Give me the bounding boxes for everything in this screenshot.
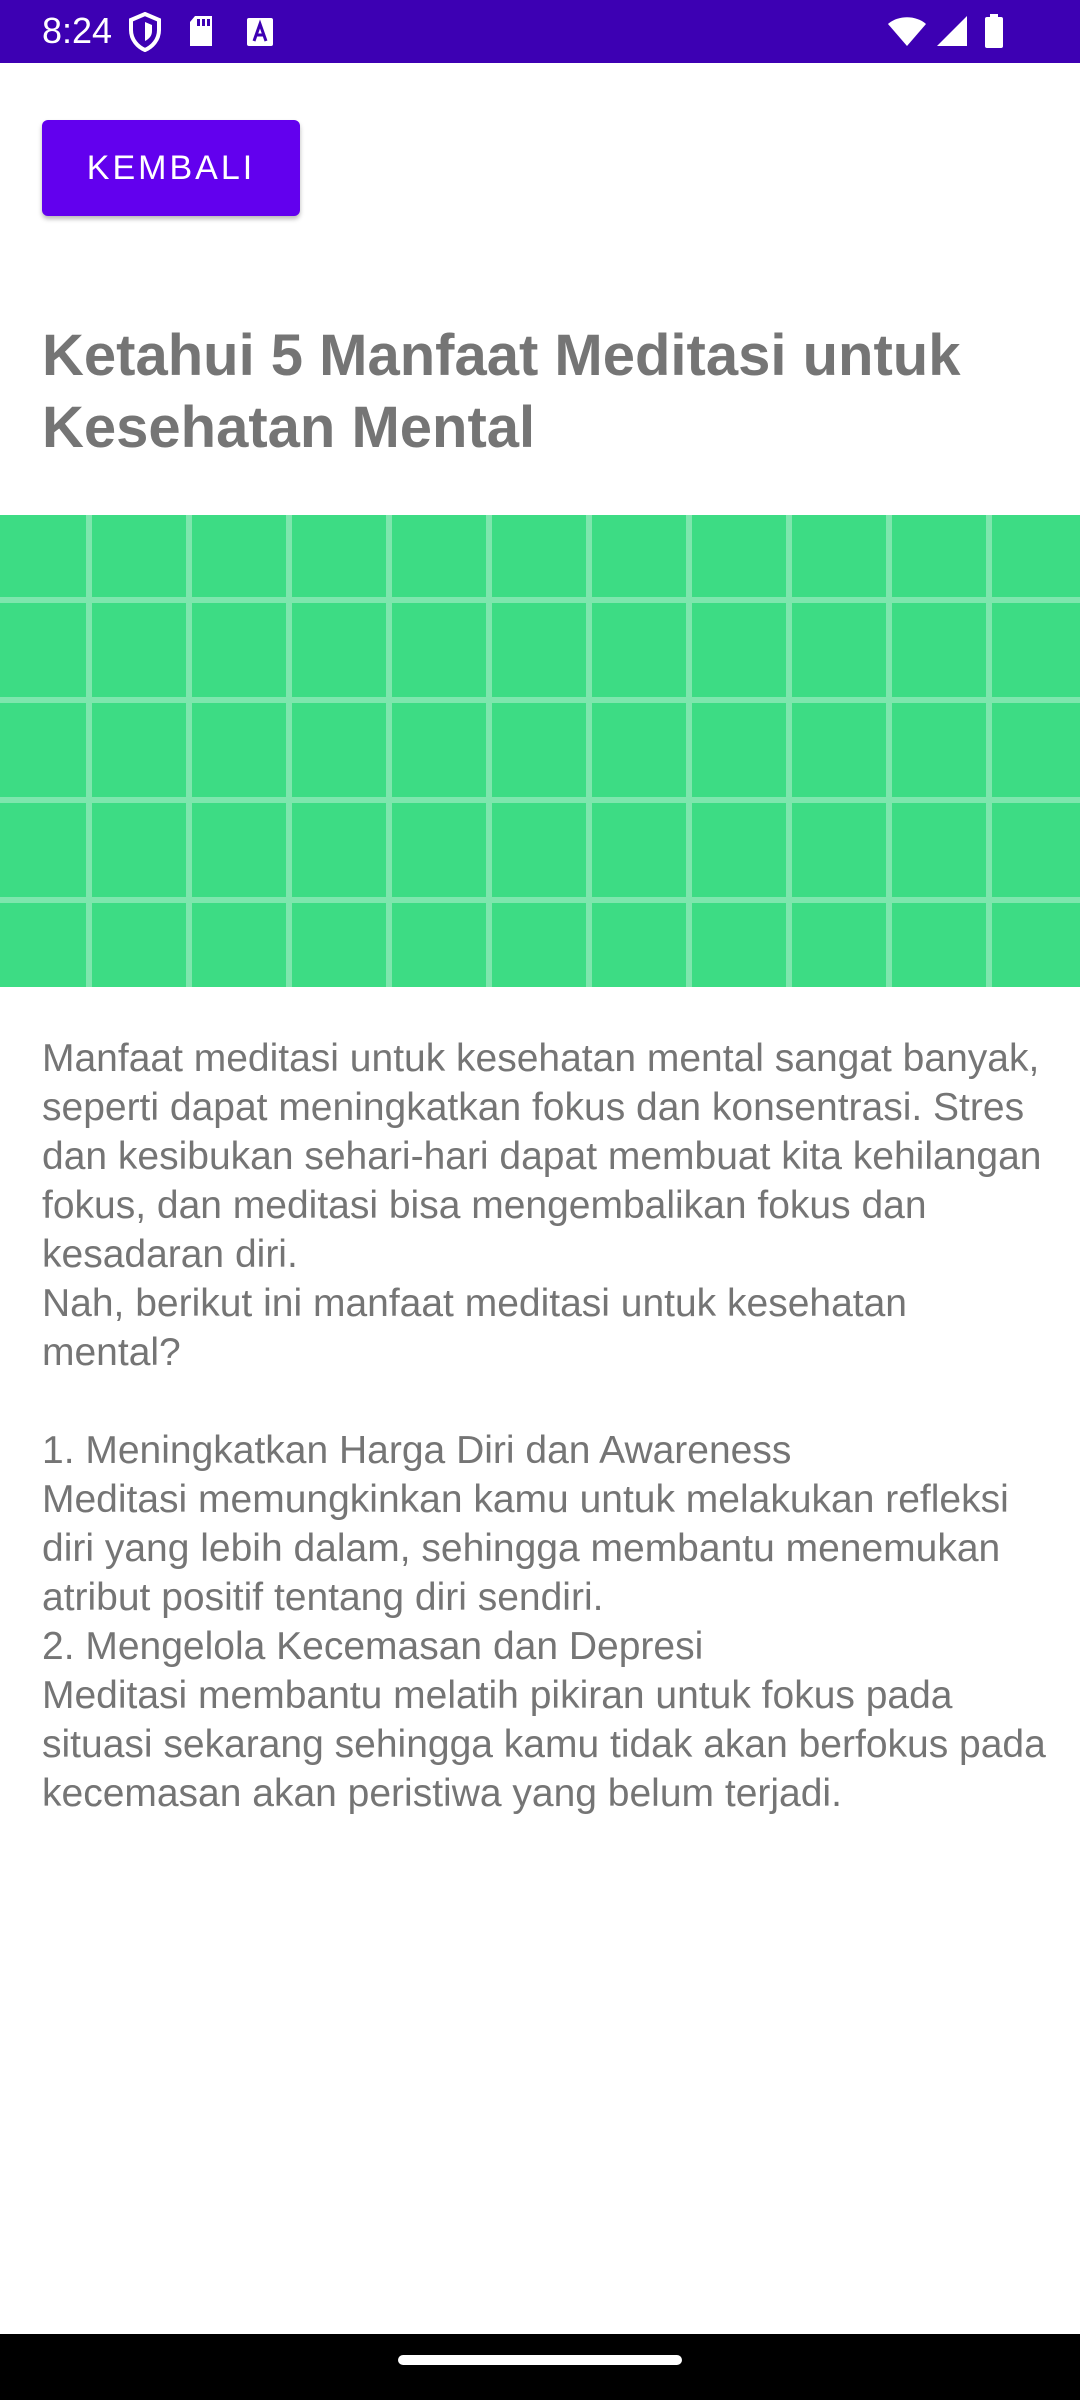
app-screen: 8:24 KEMBALI Ketahui 5 Manfaat Meditasi … xyxy=(0,0,1080,2400)
point-heading: 1. Meningkatkan Harga Diri dan Awareness xyxy=(42,1429,792,1472)
wifi-icon xyxy=(886,12,928,52)
shield-icon xyxy=(128,12,162,52)
font-a-icon xyxy=(244,12,276,52)
back-button[interactable]: KEMBALI xyxy=(42,120,300,216)
point-text: Meditasi membantu melatih pikiran untuk … xyxy=(42,1674,1046,1815)
status-bar: 8:24 xyxy=(0,0,1080,63)
navigation-bar xyxy=(0,2334,1080,2400)
article-banner-image xyxy=(0,515,1080,987)
status-time: 8:24 xyxy=(42,10,113,51)
sd-card-icon xyxy=(186,12,216,52)
page-title: Ketahui 5 Manfaat Meditasi untuk Kesehat… xyxy=(42,323,961,460)
home-gesture-handle[interactable] xyxy=(398,2355,682,2365)
point-heading: 2. Mengelola Kecemasan dan Depresi xyxy=(42,1625,704,1668)
intro-paragraph: Manfaat meditasi untuk kesehatan mental … xyxy=(42,1037,1042,1276)
battery-icon xyxy=(982,12,1006,52)
article-body: Manfaat meditasi untuk kesehatan mental … xyxy=(42,1034,1052,1818)
point-text: Meditasi memungkinkan kamu untuk melakuk… xyxy=(42,1478,1009,1619)
signal-icon xyxy=(934,12,970,52)
intro-question: Nah, berikut ini manfaat meditasi untuk … xyxy=(42,1282,907,1374)
